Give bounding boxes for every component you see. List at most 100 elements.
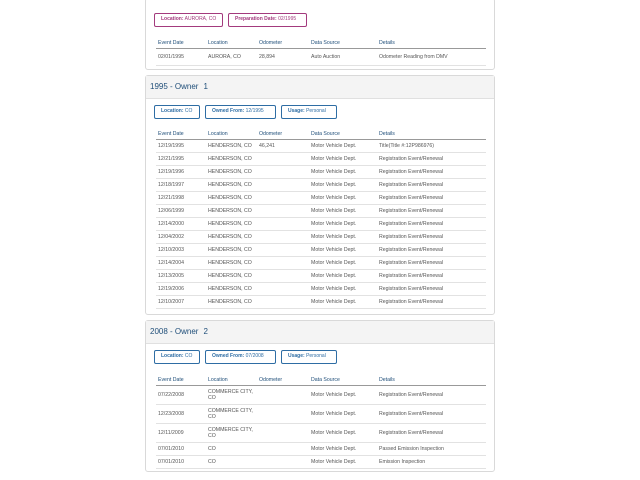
location-pill: Location: CO — [154, 350, 200, 364]
table-cell: 12/10/2007 — [156, 295, 206, 309]
table-cell: 12/13/2005 — [156, 269, 206, 283]
table-row: 12/19/1995 HENDERSON, CO 46,241 Motor Vehic… — [156, 139, 486, 153]
table-cell — [257, 178, 309, 192]
events-table: Event Date Location Odometer Data Source… — [156, 374, 486, 469]
table-cell: Motor Vehicle Dept. — [309, 191, 377, 205]
table-cell: COMMERCE CITY, CO — [206, 385, 257, 405]
table-cell — [257, 191, 309, 205]
table-cell: Motor Vehicle Dept. — [309, 295, 377, 309]
table-cell: 12/19/1995 — [156, 139, 206, 153]
table-cell: 07/22/2008 — [156, 385, 206, 405]
table-cell: 07/01/2010 — [156, 455, 206, 469]
table-row: 12/23/2008 COMMERCE CITY, CO Motor Vehicle… — [156, 404, 486, 424]
owner-header: 1995 - Owner 1 — [146, 76, 494, 99]
table-cell: HENDERSON, CO — [206, 269, 257, 283]
table-cell: HENDERSON, CO — [206, 256, 257, 270]
table-cell: 12/19/1996 — [156, 165, 206, 179]
table-cell: Registration Event/Renewal — [377, 385, 486, 405]
table-cell — [257, 217, 309, 231]
table-cell: Motor Vehicle Dept. — [309, 217, 377, 231]
table-cell: Motor Vehicle Dept. — [309, 423, 377, 443]
table-row: 07/01/2010 CO Motor Vehicle Dept. Passed Em… — [156, 442, 486, 456]
col-location: Location — [206, 37, 257, 49]
table-cell — [257, 385, 309, 405]
table-cell: Motor Vehicle Dept. — [309, 230, 377, 244]
table-cell: Registration Event/Renewal — [377, 165, 486, 179]
location-pill: Location: CO — [154, 105, 200, 119]
table-cell: Emission Inspection — [377, 455, 486, 469]
table-cell: Passed Emission Inspection — [377, 442, 486, 456]
owner-number: 1 — [203, 82, 208, 91]
table-row: 12/18/1997 HENDERSON, CO Motor Vehicle Dep… — [156, 178, 486, 192]
table-cell — [257, 404, 309, 424]
col-event-date: Event Date — [156, 37, 206, 49]
table-cell: HENDERSON, CO — [206, 230, 257, 244]
table-cell: Motor Vehicle Dept. — [309, 404, 377, 424]
table-cell: 12/11/2009 — [156, 423, 206, 443]
col-odometer: Odometer — [257, 37, 309, 49]
events-table: Event Date Location Odometer Data Source… — [156, 37, 486, 66]
table-cell — [257, 423, 309, 443]
pill-row: Location: CO Owned From: 07/2008 Usage: … — [154, 350, 494, 364]
table-cell: 12/10/2003 — [156, 243, 206, 257]
table-cell: CO — [206, 455, 257, 469]
owner-number: 2 — [203, 327, 208, 336]
table-cell: HENDERSON, CO — [206, 178, 257, 192]
pill-row: Location: CO Owned From: 12/1995 Usage: … — [154, 105, 494, 119]
owner-card-2: 2008 - Owner 2 Location: CO Owned From: 0… — [145, 320, 495, 472]
table-row: 12/13/2005 HENDERSON, CO Motor Vehicle Dep… — [156, 269, 486, 283]
table-cell: Motor Vehicle Dept. — [309, 282, 377, 296]
table-cell: 46,241 — [257, 139, 309, 153]
table-row: 07/22/2008 COMMERCE CITY, CO Motor Vehicle… — [156, 385, 486, 405]
table-cell: Registration Event/Renewal — [377, 191, 486, 205]
table-cell: Motor Vehicle Dept. — [309, 243, 377, 257]
table-cell — [257, 204, 309, 218]
table-row: 12/10/2003 HENDERSON, CO Motor Vehicle Dep… — [156, 243, 486, 257]
table-cell: HENDERSON, CO — [206, 243, 257, 257]
table-cell: Motor Vehicle Dept. — [309, 139, 377, 153]
table-cell: Registration Event/Renewal — [377, 282, 486, 296]
col-data-source: Data Source — [309, 37, 377, 49]
col-details: Details — [377, 37, 486, 49]
table-cell — [257, 455, 309, 469]
table-cell: 12/19/2006 — [156, 282, 206, 296]
table-cell: Registration Event/Renewal — [377, 404, 486, 424]
table-row: 12/19/2006 HENDERSON, CO Motor Vehicle Dep… — [156, 282, 486, 296]
events-table: Event Date Location Odometer Data Source… — [156, 128, 486, 309]
table-cell: Motor Vehicle Dept. — [309, 165, 377, 179]
table-cell: Registration Event/Renewal — [377, 178, 486, 192]
table-header-row: Event Date Location Odometer Data Source… — [156, 37, 486, 49]
table-cell: Registration Event/Renewal — [377, 269, 486, 283]
table-cell: HENDERSON, CO — [206, 217, 257, 231]
table-cell: 12/23/2008 — [156, 404, 206, 424]
table-cell: 07/01/2010 — [156, 442, 206, 456]
table-row: 12/06/1999 HENDERSON, CO Motor Vehicle Dep… — [156, 204, 486, 218]
table-cell — [257, 230, 309, 244]
table-cell: Registration Event/Renewal — [377, 295, 486, 309]
table-row: 12/14/2000 HENDERSON, CO Motor Vehicle Dep… — [156, 217, 486, 231]
table-cell: 12/14/2004 — [156, 256, 206, 270]
table-cell: HENDERSON, CO — [206, 165, 257, 179]
owner-year: 1995 - Owner — [150, 82, 199, 91]
location-pill: Location: AURORA, CO — [154, 13, 223, 27]
table-cell: COMMERCE CITY, CO — [206, 404, 257, 424]
usage-pill: Usage: Personal — [281, 350, 337, 364]
table-cell: HENDERSON, CO — [206, 282, 257, 296]
table-cell: Motor Vehicle Dept. — [309, 455, 377, 469]
table-cell: Registration Event/Renewal — [377, 152, 486, 166]
table-cell: 12/14/2000 — [156, 217, 206, 231]
usage-pill: Usage: Personal — [281, 105, 337, 119]
table-cell: Registration Event/Renewal — [377, 243, 486, 257]
table-row: 12/19/1996 HENDERSON, CO Motor Vehicle Dep… — [156, 165, 486, 179]
history-card-auction: Location: AURORA, CO Preparation Date: 0… — [145, 0, 495, 70]
preparation-date-pill: Preparation Date: 02/1995 — [228, 13, 307, 27]
table-cell: Motor Vehicle Dept. — [309, 152, 377, 166]
table-cell — [257, 152, 309, 166]
table-cell: 12/18/1997 — [156, 178, 206, 192]
table-header-row: Event Date Location Odometer Data Source… — [156, 128, 486, 140]
pill-row: Location: AURORA, CO Preparation Date: 0… — [154, 13, 494, 27]
table-cell: Motor Vehicle Dept. — [309, 178, 377, 192]
table-cell: COMMERCE CITY, CO — [206, 423, 257, 443]
table-cell — [257, 442, 309, 456]
table-cell — [257, 295, 309, 309]
